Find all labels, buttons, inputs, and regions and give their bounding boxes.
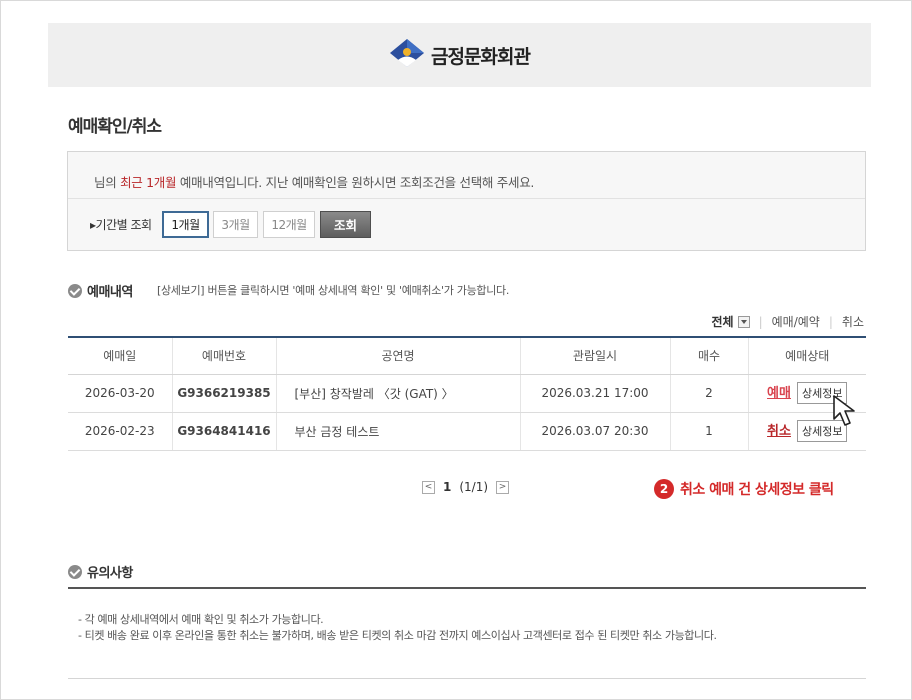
column-header: 예매번호 — [171, 336, 276, 375]
geumjeong-logo-icon — [389, 38, 425, 72]
show-title: 부산 금정 테스트 — [275, 412, 520, 451]
filter-divider — [68, 198, 865, 199]
callout-text: 취소 예매 건 상세정보 클릭 — [680, 482, 834, 498]
brand-name: 금정문화회관 — [431, 45, 531, 68]
reservation-date: 2026-02-23 — [68, 412, 172, 451]
dropdown-arrow-icon[interactable] — [737, 315, 750, 328]
period-12month-button[interactable]: 12개월 — [263, 211, 315, 238]
period-label: ▸기간별 조회 — [90, 218, 152, 232]
step-badge: 2 — [654, 479, 674, 499]
ticket-quantity: 2 — [669, 374, 748, 413]
table-row: 2026-03-20 G9366219385 [부산] 창작발레 〈갓 (GAT… — [68, 374, 866, 413]
period-3month-button[interactable]: 3개월 — [213, 211, 258, 238]
reservation-number: G9366219385 — [171, 374, 276, 413]
show-datetime: 2026.03.07 20:30 — [519, 412, 670, 451]
column-header: 공연명 — [275, 336, 520, 375]
next-page-button[interactable]: > — [496, 480, 510, 494]
status-filter: 전체 | 예매/예약 | 취소 — [711, 313, 865, 330]
check-circle-icon — [68, 283, 82, 298]
caution-heading: 유의사항 — [68, 562, 133, 581]
column-header: 매수 — [669, 336, 748, 375]
site-header: 금정문화회관 — [48, 23, 871, 87]
filter-panel: 님의 최근 1개월 예매내역입니다. 지난 예매확인을 원하시면 조회조건을 선… — [67, 151, 866, 251]
status-cancelled-link[interactable]: 취소 — [767, 424, 791, 439]
table-header-row: 예매일 예매번호 공연명 관람일시 매수 예매상태 — [68, 336, 866, 375]
status-booked-link[interactable]: 예매 — [767, 386, 791, 401]
prev-page-button[interactable]: < — [422, 480, 435, 494]
column-header: 예매일 — [68, 336, 172, 375]
current-page[interactable]: 1 — [443, 480, 451, 494]
caution-divider — [68, 587, 866, 589]
mouse-pointer-icon — [833, 395, 855, 426]
filter-notice: 님의 최근 1개월 예매내역입니다. 지난 예매확인을 원하시면 조회조건을 선… — [94, 175, 535, 190]
history-description: [상세보기] 버튼을 클릭하시면 '예매 상세내역 확인' 및 '예매취소'가 … — [157, 284, 510, 297]
notice-highlight: 최근 1개월 — [120, 175, 177, 190]
column-header: 관람일시 — [519, 336, 670, 375]
status-filter-all[interactable]: 전체 — [712, 313, 750, 330]
instruction-callout: 2 취소 예매 건 상세정보 클릭 — [654, 479, 834, 499]
history-heading: 예매내역 — [68, 281, 133, 300]
show-datetime: 2026.03.21 17:00 — [519, 374, 670, 413]
site-logo[interactable]: 금정문화회관 — [389, 38, 531, 72]
period-1month-button[interactable]: 1개월 — [162, 211, 209, 238]
list-item: - 각 예매 상세내역에서 예매 확인 및 취소가 가능합니다. — [78, 613, 324, 626]
status-filter-cancel[interactable]: 취소 — [842, 313, 864, 330]
reservation-table: 예매일 예매번호 공연명 관람일시 매수 예매상태 2026-03-20 G93… — [68, 336, 866, 451]
reservation-number: G9364841416 — [171, 412, 276, 451]
table-row: 2026-02-23 G9364841416 부산 금정 테스트 2026.03… — [68, 412, 866, 451]
page-summary: (1/1) — [459, 480, 489, 494]
page-title: 예매확인/취소 — [68, 117, 162, 137]
caution-list: - 각 예매 상세내역에서 예매 확인 및 취소가 가능합니다. - 티켓 배송… — [78, 612, 717, 644]
bottom-divider — [68, 678, 866, 679]
search-button[interactable]: 조회 — [320, 211, 371, 238]
check-circle-icon — [68, 564, 82, 579]
show-title: [부산] 창작발레 〈갓 (GAT) 〉 — [275, 374, 520, 413]
pagination: < 1 (1/1) > — [422, 480, 510, 494]
column-header: 예매상태 — [747, 336, 866, 375]
ticket-quantity: 1 — [669, 412, 748, 451]
list-item: - 티켓 배송 완료 이후 온라인을 통한 취소는 불가하며, 배송 받은 티켓… — [78, 629, 717, 642]
history-title: 예매내역 — [87, 285, 133, 300]
status-filter-book[interactable]: 예매/예약 — [772, 313, 820, 330]
reservation-date: 2026-03-20 — [68, 374, 172, 413]
caution-title: 유의사항 — [87, 566, 133, 581]
